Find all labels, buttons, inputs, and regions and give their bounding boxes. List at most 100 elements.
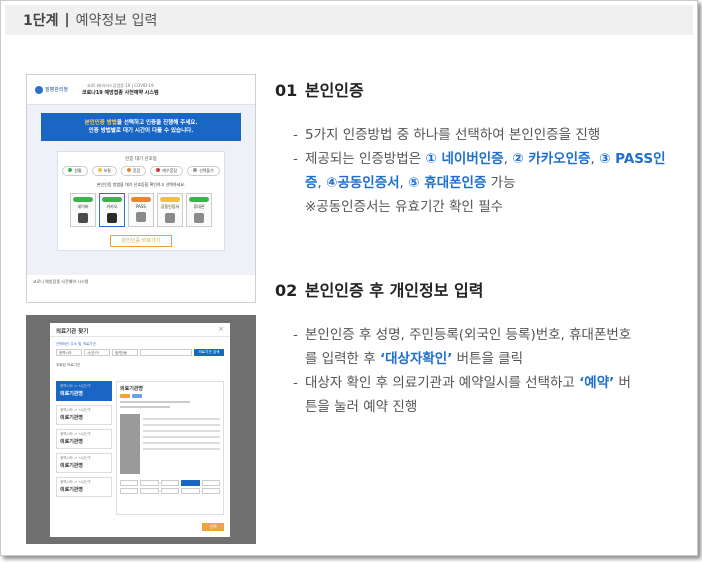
auth-panel: 인증 대기 신호등 원활 보통 혼잡 매우혼잡 선택불가 본인인증 방법을 대기 신호등… [57,151,225,251]
legend-item: 보통 [91,166,117,176]
auth-method-icon [78,213,88,223]
content-frame: 1단계 | 예약정보 입력 질병관리청 코로나바이러스감염증-19 | COVI… [0,0,698,556]
time-slot[interactable] [201,488,220,494]
auth-method-card[interactable]: PASS [128,193,154,227]
legend-item: 혼잡 [120,166,147,176]
detail-tags [120,394,220,398]
method-sep: , [317,175,327,191]
target-confirm-highlight: ‘대상자확인’ [379,351,453,367]
section2-list: - 본인인증 후 성명, 주민등록(외국인 등록)번호, 휴대폰번호 를 입력한 후… [293,323,673,419]
time-slot[interactable] [120,488,139,494]
section1-line2-prefix: 제공되는 인증방법은 [305,151,426,167]
time-slot[interactable] [160,488,180,494]
section1-title-text: 본인인증 [304,81,364,100]
legend-title: 인증 대기 신호등 [125,157,157,162]
section2-line2a-suffix: 버 [614,375,631,391]
section2-line2b: 튼을 눌러 예약 진행 [305,399,418,415]
auth-go-button[interactable]: 본인인증 바로가기 [110,235,172,247]
tag-badge [132,394,142,398]
section2-line1a: 본인인증 후 성명, 주민등록(외국인 등록)번호, 휴대폰번호 [305,327,632,343]
region-select[interactable]: 광역시도 [56,349,82,356]
time-slot-grid [120,480,220,494]
detail-text-line [120,401,190,403]
hospital-search-button[interactable]: 의료기관 검색 [194,349,224,356]
status-dot-icon [97,168,102,172]
section2-item: - 대상자 확인 후 의료기관과 예약일시를 선택하고 ‘예약’ 버 튼을 눌러 예… [293,371,673,419]
reserve-highlight: ‘예약’ [579,375,615,391]
hospital-list-item[interactable]: 광역시도 > 시/군/구 의료기관명 [56,477,112,497]
section2-line1b-suffix: 버튼을 클릭 [452,351,524,367]
hospital-region: 광역시도 > 시/군/구 [60,432,91,436]
hospital-name: 의료기관명 [60,415,84,421]
auth-method-icon [136,212,146,222]
section1-line2-suffix: 가능 [486,175,516,191]
hospital-list-item[interactable]: 광역시도 > 시/군/구의료기관명 [56,405,112,425]
auth-method-card[interactable]: 네이버 [70,193,96,227]
auth-method-label: 공동인증서 [160,204,180,209]
auth-screenshot-topbar: 질병관리청 코로나바이러스감염증-19 | COVID-19 코로나19 예방접… [27,75,255,105]
hospital-search-input[interactable] [140,349,192,356]
hospital-list-item[interactable]: 광역시도 > 시/군/구 의료기관명 [56,453,112,473]
method-cert: ④공동인증서 [326,175,400,191]
kdca-logo: 질병관리청 [35,85,69,94]
time-slot[interactable] [160,480,180,486]
hospital-search-modal: 의료기관 찾기 × 선택하신 주소 및 의료기관 광역시도 시/군/구 읍/면/… [50,323,230,537]
logo-text: 질병관리청 [45,87,69,93]
confirm-button[interactable]: 선택 [202,523,224,531]
town-select[interactable]: 읍/면/동 [112,349,138,356]
time-slot[interactable] [140,488,159,494]
section1-title: 01 본인인증 [275,77,673,101]
close-icon[interactable]: × [218,325,224,333]
hospital-list: 광역시도 > 시/군/구 의료기관명 광역시도 > 시/군/구 의료기관명 광역시도 >… [56,381,112,501]
status-tag [102,197,122,202]
auth-method-card[interactable]: 휴대폰 [186,193,212,227]
auth-note: 본인인증 방법을 대기 신호등을 확인하고 선택하세요. [96,182,186,187]
detail-title: 의료기관명 [120,386,144,392]
status-dot-icon [126,168,131,172]
auth-method-card[interactable]: 카카오 [99,193,125,227]
time-slot[interactable] [181,488,200,494]
search-filter: 광역시도 시/군/구 읍/면/동 의료기관 검색 [56,349,224,356]
time-slot-selected[interactable] [181,480,200,486]
auth-screenshot: 질병관리청 코로나바이러스감염증-19 | COVID-19 코로나19 예방접… [26,74,256,303]
auth-method-icon [107,213,117,223]
section1-note-text: ※공동인증서는 유효기간 확인 필수 [305,199,504,215]
banner-line1: 을 선택하고 인증을 진행해 주세요. [116,120,198,126]
modal-header: 의료기관 찾기 × [50,323,230,337]
method-sep: , [503,151,513,167]
step-label: 1단계 [23,13,59,29]
section2-line1b-prefix: 를 입력한 후 [305,351,380,367]
hospital-list-item[interactable]: 광역시도 > 시/군/구 의료기관명 [56,381,112,401]
auth-method-label: 네이버 [77,204,89,209]
section2-title-text: 본인인증 후 개인정보 입력 [304,281,484,300]
signal-legend: 원활 보통 혼잡 매우혼잡 선택불가 [58,166,224,176]
hospital-name: 의료기관명 [60,463,84,469]
bullet-dash: - [293,127,298,143]
auth-method-card[interactable]: 공동인증서 [157,193,183,227]
header-separator: | [64,12,70,28]
auth-method-label: PASS [136,204,146,209]
status-tag [160,197,180,202]
step-header: 1단계 | 예약정보 입력 [5,5,693,35]
legend-label: 혼잡 [132,168,141,173]
time-slot[interactable] [140,480,159,486]
hospital-name: 의료기관명 [60,391,84,397]
method-sep: , [399,175,409,191]
district-select[interactable]: 시/군/구 [84,349,110,356]
results-label: 조회된 의료기관 [56,363,81,367]
section2-line2a-prefix: 대상자 확인 후 의료기관과 예약일시를 선택하고 [305,375,580,391]
legend-item: 선택불가 [187,166,220,176]
time-slot[interactable] [201,480,220,486]
legend-item: 매우혼잡 [150,166,184,176]
status-tag [131,197,151,202]
auth-body: 본인인증 방법을 선택하고 인증을 진행해 주세요. 인증 방법별로 대기 시간… [27,105,255,275]
hospital-list-item[interactable]: 광역시도 > 시/군/구 의료기관명 [56,429,112,449]
section1-item: - 제공되는 인증방법은 ① 네이버인증, ② 카카오인증, ③ PASS인증, … [293,147,673,195]
method-kakao: ② 카카오인증 [512,151,591,167]
time-slot[interactable] [120,480,139,486]
auth-method-icon [194,213,204,223]
hospital-region: 광역시도 > 시/군/구 [60,408,91,412]
bullet-dash: - [293,151,298,167]
detail-info-box [120,414,220,474]
auth-banner: 본인인증 방법을 선택하고 인증을 진행해 주세요. 인증 방법별로 대기 시간… [41,113,241,141]
